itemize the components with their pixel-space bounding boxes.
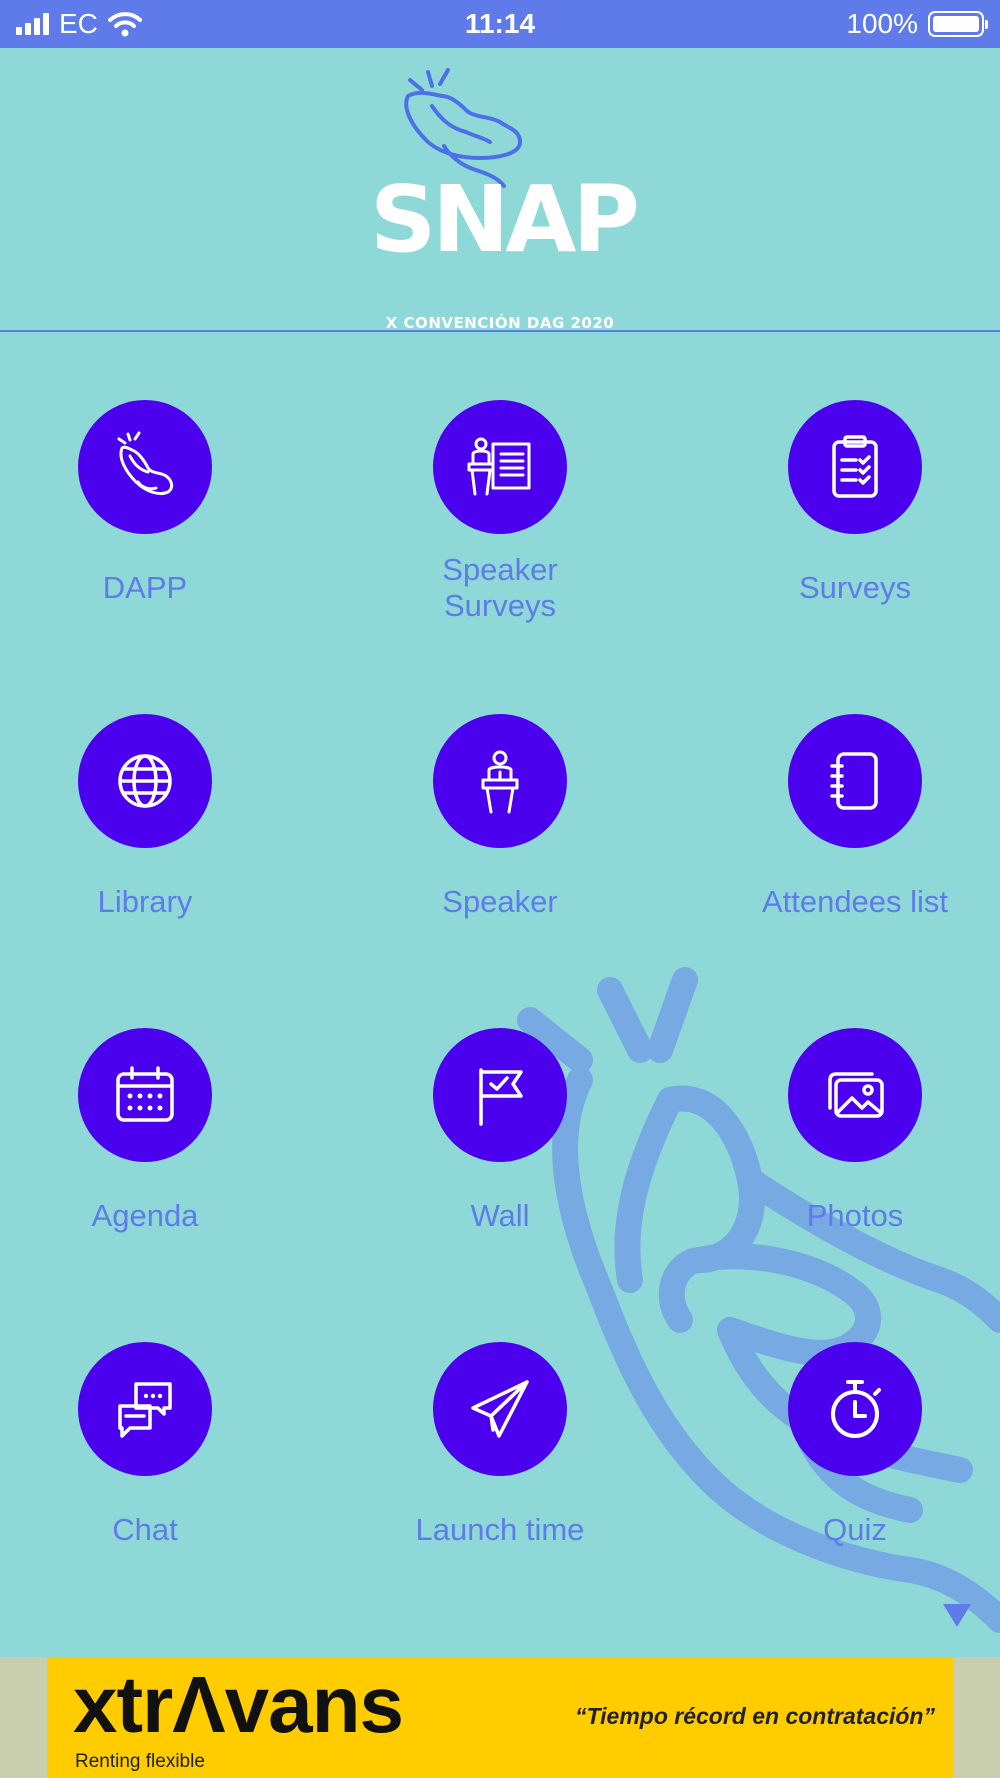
wifi-icon <box>107 12 142 37</box>
globe-icon <box>118 754 172 808</box>
flag-check-icon <box>479 1068 523 1126</box>
chat-bubbles-icon <box>118 1382 172 1438</box>
menu-item-speaker-surveys[interactable]: Speaker Surveys <box>350 400 650 623</box>
menu-icon-circle[interactable] <box>78 400 212 534</box>
logo-subtitle: X CONVENCIÓN DAG 2020 <box>385 314 615 332</box>
menu-icon-circle[interactable] <box>433 1028 567 1162</box>
menu-item-chat[interactable]: Chat <box>0 1342 295 1547</box>
menu-item-quiz[interactable]: Quiz <box>705 1342 1000 1547</box>
menu-icon-circle[interactable] <box>433 400 567 534</box>
menu-item-surveys[interactable]: Surveys <box>705 400 1000 605</box>
menu-label: Attendees list <box>761 884 949 919</box>
snap-hand-icon <box>117 431 174 496</box>
menu-label: Launch time <box>415 1512 585 1547</box>
menu-item-launch-time[interactable]: Launch time <box>350 1342 650 1547</box>
header: SNAP X CONVENCIÓN DAG 2020 <box>0 48 1000 332</box>
photos-icon <box>828 1072 884 1118</box>
menu-label-line: Surveys <box>444 588 556 623</box>
ad-slogan: “Tiempo récord en contratación” <box>575 1703 935 1729</box>
status-right: 100% <box>846 8 988 40</box>
podium-speaker-icon <box>481 750 519 814</box>
menu-icon-circle[interactable] <box>788 1342 922 1476</box>
menu-icon-circle[interactable] <box>78 714 212 848</box>
ad-content[interactable]: xtrΛvans Renting flexible “Tiempo récord… <box>47 1657 953 1778</box>
menu-item-agenda[interactable]: Agenda <box>0 1028 295 1233</box>
carrier-name: EC <box>59 8 98 39</box>
paper-plane-icon <box>471 1380 529 1438</box>
menu-label: Surveys <box>799 570 911 605</box>
menu-icon-circle[interactable] <box>433 1342 567 1476</box>
ad-banner[interactable]: xtrΛvans Renting flexible “Tiempo récord… <box>0 1657 1000 1778</box>
menu-icon-circle[interactable] <box>433 714 567 848</box>
menu-label: Speaker Surveys <box>350 552 650 624</box>
menu-label: Speaker <box>442 884 558 919</box>
menu-label: Photos <box>806 1198 904 1233</box>
ad-tagline: Renting flexible <box>75 1751 205 1772</box>
menu-item-wall[interactable]: Wall <box>350 1028 650 1233</box>
menu-icon-circle[interactable] <box>788 714 922 848</box>
menu-label: Quiz <box>823 1512 887 1547</box>
menu-icon-circle[interactable] <box>78 1342 212 1476</box>
menu-label: Wall <box>470 1198 530 1233</box>
notebook-icon <box>830 752 878 810</box>
menu-label: Chat <box>112 1512 178 1547</box>
menu-label: DAPP <box>102 570 188 605</box>
menu-icon-circle[interactable] <box>788 400 922 534</box>
battery-percent: 100% <box>846 8 918 39</box>
menu-item-attendees-list[interactable]: Attendees list <box>705 714 1000 919</box>
menu-item-library[interactable]: Library <box>0 714 295 919</box>
status-left: EC <box>16 8 142 40</box>
app-logo: SNAP X CONVENCIÓN DAG 2020 <box>370 66 640 332</box>
ad-brand-logo: xtrΛvans <box>73 1660 404 1749</box>
menu-icon-circle[interactable] <box>788 1028 922 1162</box>
clipboard-checklist-icon <box>832 435 878 498</box>
scroll-down-icon[interactable] <box>942 1602 972 1628</box>
menu-item-photos[interactable]: Photos <box>705 1028 1000 1233</box>
menu-icon-circle[interactable] <box>78 1028 212 1162</box>
calendar-icon <box>116 1066 174 1122</box>
stopwatch-icon <box>831 1380 881 1438</box>
presentation-icon <box>467 437 531 496</box>
menu-label-line: Speaker <box>442 552 558 587</box>
menu-item-speaker[interactable]: Speaker <box>350 714 650 919</box>
signal-icon <box>16 13 49 35</box>
logo-title: SNAP <box>370 166 640 273</box>
menu-item-dapp[interactable]: DAPP <box>0 400 295 605</box>
battery-icon <box>928 11 988 37</box>
menu-label: Agenda <box>91 1198 199 1233</box>
menu-label: Library <box>97 884 193 919</box>
status-bar: EC 11:14 100% <box>0 0 1000 48</box>
